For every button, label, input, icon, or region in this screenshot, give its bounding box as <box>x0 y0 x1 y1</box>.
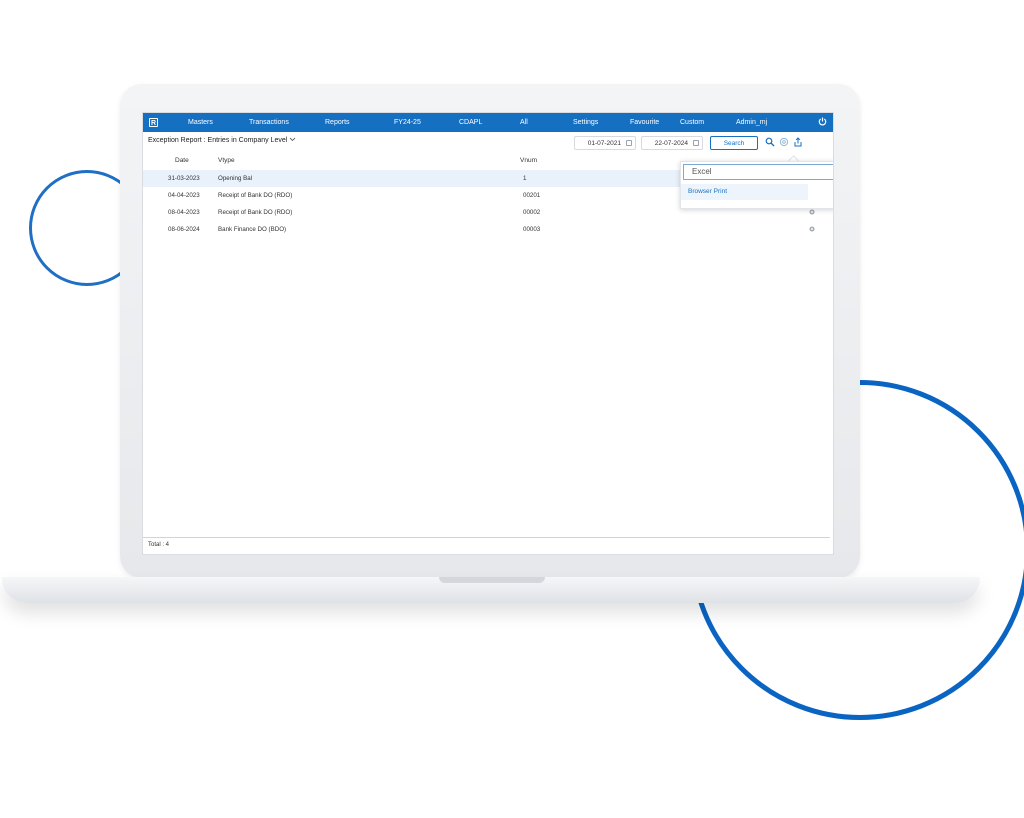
row-date: 08-06-2024 <box>168 226 200 233</box>
column-header-date[interactable]: Date <box>175 157 189 164</box>
nav-transactions[interactable]: Transactions <box>249 119 289 126</box>
row-vtype: Receipt of Bank DO (RDO) <box>218 209 293 216</box>
export-menu: Excel Browser Print <box>680 161 833 209</box>
row-date: 04-04-2023 <box>168 192 200 199</box>
row-date: 31-03-2023 <box>168 175 200 182</box>
chevron-down-icon <box>289 137 296 142</box>
row-vtype: Opening Bal <box>218 175 253 182</box>
app-screen: R Masters Transactions Reports FY24-25 C… <box>143 113 833 554</box>
nav-reports[interactable]: Reports <box>325 119 350 126</box>
row-date: 08-04-2023 <box>168 209 200 216</box>
laptop-notch <box>439 577 545 583</box>
search-icon[interactable] <box>765 137 775 147</box>
gear-icon[interactable] <box>808 208 816 216</box>
nav-settings[interactable]: Settings <box>573 119 598 126</box>
nav-user[interactable]: Admin_mj <box>736 119 767 126</box>
nav-company[interactable]: CDAPL <box>459 119 482 126</box>
row-vtype: Receipt of Bank DO (RDO) <box>218 192 293 199</box>
nav-masters[interactable]: Masters <box>188 119 213 126</box>
report-title: Exception Report : Entries in Company Le… <box>148 137 288 144</box>
nav-favourite[interactable]: Favourite <box>630 119 659 126</box>
table-row[interactable]: 08-06-2024 Bank Finance DO (BDO) 00003 <box>143 221 833 238</box>
row-vnum: 00003 <box>523 226 541 233</box>
column-header-vtype[interactable]: Vtype <box>218 157 235 164</box>
share-icon[interactable] <box>793 137 803 147</box>
from-date-input[interactable]: 01-07-2021 <box>574 136 636 150</box>
settings-icon[interactable] <box>779 137 789 147</box>
nav-custom[interactable]: Custom <box>680 119 704 126</box>
calendar-icon[interactable] <box>693 140 699 146</box>
table-footer: Total : 4 <box>143 537 830 552</box>
report-toolbar: Exception Report : Entries in Company Le… <box>143 132 833 154</box>
top-navbar: R Masters Transactions Reports FY24-25 C… <box>143 113 833 132</box>
total-count: Total : 4 <box>148 542 170 548</box>
laptop-base <box>2 577 980 603</box>
to-date-input[interactable]: 22-07-2024 <box>641 136 703 150</box>
calendar-icon[interactable] <box>626 140 632 146</box>
row-vnum: 00002 <box>523 209 541 216</box>
gear-icon[interactable] <box>808 225 816 233</box>
app-logo[interactable]: R <box>149 118 158 127</box>
from-date-value: 01-07-2021 <box>587 139 621 147</box>
nav-financial-year[interactable]: FY24-25 <box>394 119 421 126</box>
power-icon[interactable] <box>818 117 827 126</box>
to-date-value: 22-07-2024 <box>654 139 688 147</box>
column-header-vnum[interactable]: Vnum <box>520 157 537 164</box>
export-excel-option[interactable]: Excel <box>683 164 833 180</box>
export-browser-print-option[interactable]: Browser Print <box>681 184 808 200</box>
search-button[interactable]: Search <box>710 136 758 150</box>
nav-branch[interactable]: All <box>520 119 528 126</box>
report-title-dropdown[interactable]: Exception Report : Entries in Company Le… <box>148 137 296 144</box>
row-vtype: Bank Finance DO (BDO) <box>218 226 287 233</box>
row-vnum: 00201 <box>523 192 541 199</box>
row-vnum: 1 <box>523 175 527 182</box>
